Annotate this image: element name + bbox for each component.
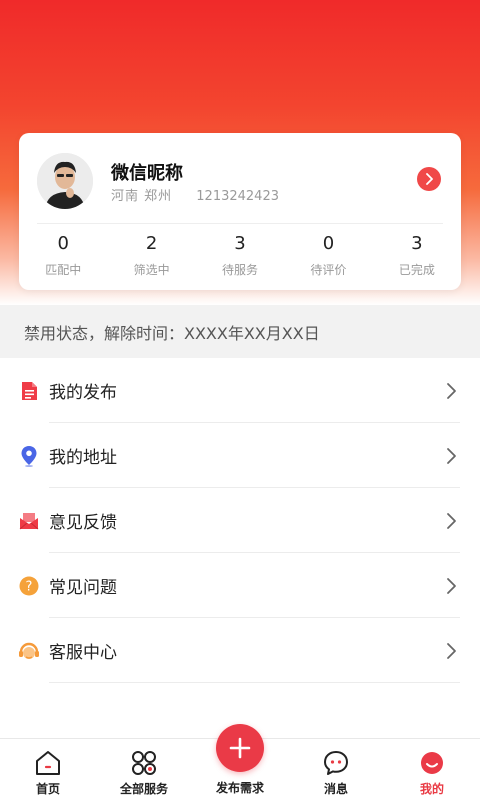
stat-value: 3 bbox=[234, 233, 246, 254]
chevron-right-icon bbox=[447, 642, 456, 659]
grid-services-icon bbox=[129, 748, 159, 778]
menu-item-my-posts[interactable]: 我的发布 bbox=[0, 358, 480, 423]
stat-label: 匹配中 bbox=[45, 263, 82, 277]
home-icon bbox=[33, 748, 63, 778]
stat-pending-review[interactable]: 0 待评价 bbox=[284, 231, 372, 287]
tab-label: 全部服务 bbox=[119, 782, 168, 796]
stat-value: 3 bbox=[411, 233, 423, 254]
divider bbox=[49, 682, 460, 683]
menu-item-faq[interactable]: ? 常见问题 bbox=[0, 553, 480, 618]
location-pin-icon bbox=[18, 445, 40, 467]
chevron-right-icon bbox=[447, 577, 456, 594]
profile-card: 微信昵称 河南 郑州 1213242423 0 匹配中 2 筛选中 3 待服务 … bbox=[19, 133, 461, 290]
user-meta: 河南 郑州 1213242423 bbox=[111, 185, 279, 204]
menu-item-feedback[interactable]: 意见反馈 bbox=[0, 488, 480, 553]
chevron-right-icon bbox=[447, 447, 456, 464]
tab-label: 消息 bbox=[323, 782, 348, 796]
avatar-person-icon bbox=[37, 153, 93, 209]
tab-messages[interactable]: 消息 bbox=[288, 739, 384, 800]
ban-status-notice: 禁用状态，解除时间：XXXX年XX月XX日 bbox=[0, 305, 480, 358]
order-stats: 0 匹配中 2 筛选中 3 待服务 0 待评价 3 已完成 bbox=[19, 231, 461, 287]
chevron-right-icon bbox=[447, 382, 456, 399]
headset-icon bbox=[18, 640, 40, 662]
stat-value: 0 bbox=[322, 233, 335, 254]
menu-label: 常见问题 bbox=[49, 578, 117, 598]
user-nickname: 微信昵称 bbox=[111, 163, 183, 184]
stat-label: 筛选中 bbox=[133, 263, 170, 277]
plus-icon bbox=[229, 737, 251, 759]
tab-home[interactable]: 首页 bbox=[0, 739, 96, 800]
stat-pending-service[interactable]: 3 待服务 bbox=[196, 231, 284, 287]
tab-mine[interactable]: 我的 bbox=[384, 739, 480, 800]
publish-request-button[interactable] bbox=[216, 724, 264, 772]
menu-item-customer-service[interactable]: 客服中心 bbox=[0, 618, 480, 683]
avatar[interactable] bbox=[37, 153, 93, 209]
stat-matching[interactable]: 0 匹配中 bbox=[19, 231, 107, 287]
stat-label: 已完成 bbox=[398, 263, 435, 277]
document-icon bbox=[18, 380, 40, 402]
chat-bubble-icon bbox=[321, 748, 351, 778]
stat-value: 0 bbox=[57, 233, 69, 254]
stat-screening[interactable]: 2 筛选中 bbox=[107, 231, 195, 287]
user-region: 河南 郑州 bbox=[111, 189, 173, 204]
menu-item-my-address[interactable]: 我的地址 bbox=[0, 423, 480, 488]
chevron-right-icon bbox=[447, 512, 456, 529]
svg-text:?: ? bbox=[26, 579, 33, 594]
stat-completed[interactable]: 3 已完成 bbox=[373, 231, 461, 287]
stat-label: 待评价 bbox=[310, 263, 347, 277]
user-phone: 1213242423 bbox=[196, 189, 279, 204]
smiley-face-icon bbox=[417, 748, 447, 778]
stat-label: 待服务 bbox=[222, 263, 259, 277]
publish-request-label[interactable]: 发布需求 bbox=[192, 779, 288, 796]
tab-label: 我的 bbox=[419, 782, 444, 796]
menu-label: 客服中心 bbox=[49, 643, 117, 663]
chevron-right-icon bbox=[426, 173, 433, 185]
ban-status-text: 禁用状态，解除时间：XXXX年XX月XX日 bbox=[24, 323, 320, 343]
envelope-icon bbox=[18, 510, 40, 532]
tab-label: 首页 bbox=[35, 782, 60, 796]
menu-label: 意见反馈 bbox=[49, 513, 117, 533]
stat-value: 2 bbox=[145, 233, 158, 254]
divider bbox=[37, 223, 443, 224]
menu-label: 我的地址 bbox=[49, 448, 117, 468]
profile-detail-button[interactable] bbox=[417, 167, 441, 191]
menu-label: 我的发布 bbox=[49, 383, 117, 403]
menu-list: 我的发布 我的地址 意见反馈 ? 常见问题 客服中心 bbox=[0, 358, 480, 683]
tab-all-services[interactable]: 全部服务 bbox=[96, 739, 192, 800]
question-icon: ? bbox=[18, 575, 40, 597]
